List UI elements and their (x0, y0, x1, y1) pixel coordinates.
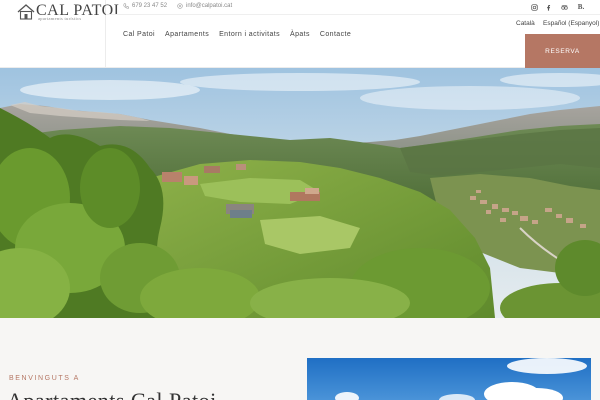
nav-item-cal-patoi[interactable]: Cal Patoi (123, 31, 155, 38)
logo-subtitle: apartaments turístics (38, 16, 82, 21)
hero-landscape-image (0, 68, 600, 318)
phone-number: 679 23 47 52 (132, 3, 168, 9)
welcome-photo (307, 358, 591, 400)
logo-house-icon (17, 4, 35, 20)
sky-photo-illustration (307, 358, 591, 400)
phone-icon (123, 3, 129, 9)
nav-item-contacte[interactable]: Contacte (320, 31, 351, 38)
facebook-icon[interactable] (543, 2, 553, 12)
email-link[interactable]: info@calpatoi.cat (177, 3, 232, 9)
hero-illustration (0, 68, 600, 318)
phone-link[interactable]: 679 23 47 52 (123, 3, 167, 9)
language-espanol[interactable]: Español (Espanyol) (543, 20, 599, 27)
language-catala[interactable]: Català (516, 20, 535, 27)
reserva-button[interactable]: RESERVA (525, 34, 600, 68)
welcome-section: BENVINGUTS A Apartaments Cal Patoi (0, 318, 600, 400)
welcome-kicker: BENVINGUTS A (9, 375, 80, 382)
logo[interactable]: CAL PATOI apartaments turístics (0, 0, 119, 68)
nav-item-apartaments[interactable]: Apartaments (165, 31, 209, 38)
email-address: info@calpatoi.cat (186, 3, 233, 9)
instagram-icon[interactable] (529, 2, 539, 12)
main-nav: Cal Patoi Apartaments Entorn i activitat… (123, 31, 361, 38)
welcome-title: Apartaments Cal Patoi (7, 388, 217, 400)
site-header: CAL PATOI apartaments turístics 679 23 4… (0, 0, 600, 68)
contact-bar: 679 23 47 52 info@calpatoi.cat B. (106, 0, 600, 15)
booking-icon[interactable]: B. (576, 2, 586, 12)
mail-icon (177, 3, 183, 9)
nav-item-entorn[interactable]: Entorn i activitats (219, 31, 280, 38)
tripadvisor-icon[interactable] (559, 2, 569, 12)
nav-item-apats[interactable]: Àpats (290, 31, 310, 38)
